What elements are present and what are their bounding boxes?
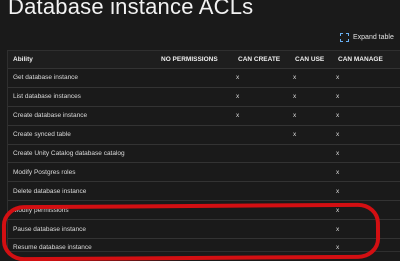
can-manage-cell: x [333, 87, 400, 107]
ability-cell: List database instances [8, 87, 156, 107]
can-manage-cell: x [333, 68, 400, 88]
table-row: List database instances x x x [8, 87, 400, 107]
can-manage-cell: x [333, 162, 400, 183]
header-can-use: CAN USE [290, 51, 333, 69]
table-row: Delete database instance x [8, 181, 400, 202]
ability-cell: Pause database instance [8, 219, 156, 240]
can-use-cell [290, 162, 333, 183]
can-use-cell [290, 144, 333, 164]
can-manage-cell: x [333, 125, 400, 145]
no-permissions-cell [156, 219, 233, 240]
can-use-cell: x [290, 87, 333, 107]
ability-cell: Delete database instance [8, 181, 156, 202]
ability-cell: Modify permissions [8, 200, 156, 221]
can-manage-cell: x [336, 244, 340, 252]
table-row: Create Unity Catalog database catalog x [8, 144, 400, 164]
can-use-cell [290, 200, 333, 221]
table-row: Modify Postgres roles x [8, 162, 400, 183]
header-no-permissions: NO PERMISSIONS [156, 51, 233, 69]
expand-icon [340, 33, 349, 42]
can-create-cell [233, 125, 290, 145]
no-permissions-cell [156, 106, 233, 126]
ability-cell: Create database instance [8, 106, 156, 126]
table-row: Create database instance x x x [8, 106, 400, 126]
can-create-cell: x [233, 68, 290, 88]
can-create-cell: x [233, 106, 290, 126]
ability-cell: Create synced table [8, 125, 156, 145]
acl-table: Ability NO PERMISSIONS CAN CREATE CAN US… [7, 50, 400, 252]
no-permissions-cell [156, 68, 233, 88]
expand-table-button[interactable]: Expand table [340, 33, 394, 42]
can-use-cell [290, 181, 333, 202]
can-use-cell: x [290, 125, 333, 145]
can-use-cell [290, 219, 333, 240]
header-ability: Ability [8, 51, 156, 69]
can-use-cell: x [290, 68, 333, 88]
ability-cell: Create Unity Catalog database catalog [8, 144, 156, 164]
can-create-cell [233, 162, 290, 183]
can-manage-cell: x [333, 200, 400, 221]
can-create-cell [233, 144, 290, 164]
can-manage-cell: x [333, 219, 400, 240]
table-row: Modify permissions x [8, 200, 400, 221]
ability-cell: Modify Postgres roles [8, 162, 156, 183]
can-manage-cell: x [333, 144, 400, 164]
header-can-manage: CAN MANAGE [333, 51, 400, 69]
can-use-cell [290, 239, 333, 257]
can-create-cell: x [233, 87, 290, 107]
page-title: Database instance ACLs [8, 0, 254, 19]
no-permissions-cell [156, 239, 233, 257]
can-use-cell: x [290, 106, 333, 126]
table-row: Pause database instance x [8, 219, 400, 240]
no-permissions-cell [156, 200, 233, 221]
can-manage-cell: x [333, 181, 400, 202]
can-manage-cell: x [333, 106, 400, 126]
table-row: Get database instance x x x [8, 68, 400, 88]
no-permissions-cell [156, 144, 233, 164]
no-permissions-cell [156, 87, 233, 107]
table-header-row: Ability NO PERMISSIONS CAN CREATE CAN US… [8, 51, 400, 69]
no-permissions-cell [156, 181, 233, 202]
table-row: Create synced table x x [8, 125, 400, 145]
ability-cell: Get database instance [8, 68, 156, 88]
can-create-cell [233, 219, 290, 240]
can-create-cell [233, 181, 290, 202]
no-permissions-cell [156, 162, 233, 183]
can-create-cell [233, 200, 290, 221]
expand-table-label: Expand table [353, 34, 394, 41]
table-row: Resume database instance x [8, 239, 400, 257]
ability-cell: Resume database instance [13, 244, 92, 252]
can-create-cell [233, 239, 290, 257]
no-permissions-cell [156, 125, 233, 145]
header-can-create: CAN CREATE [233, 51, 290, 69]
